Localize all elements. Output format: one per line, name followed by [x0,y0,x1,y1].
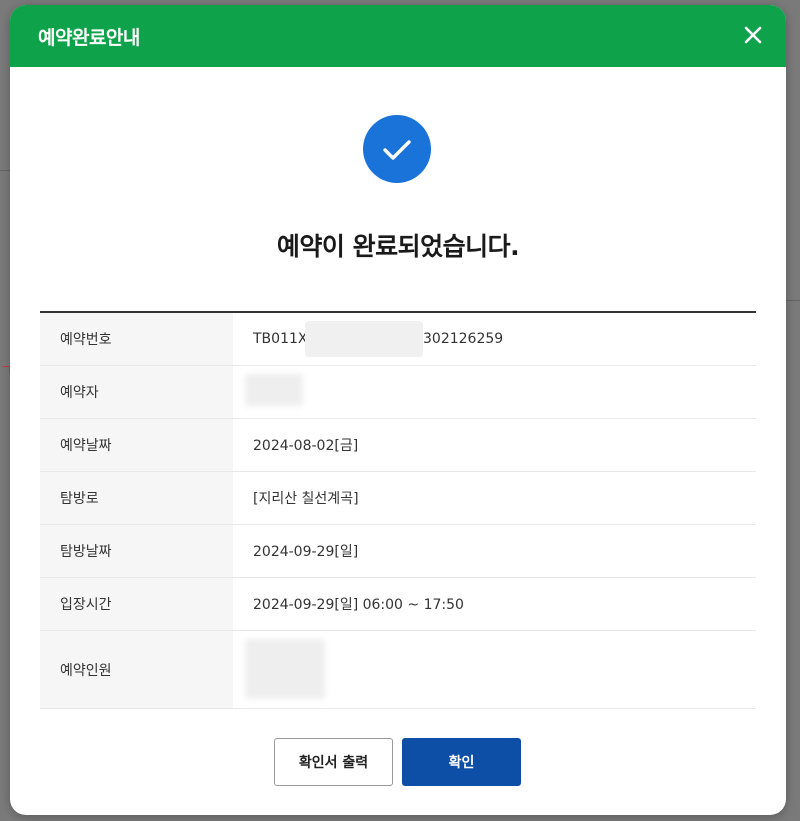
close-button[interactable] [740,22,766,48]
table-row: 탐방날짜 2024-09-29[일] [40,525,756,578]
reservation-info-table: 예약번호 TB011X 302126259 예약자 예약날짜 2024-08-0… [40,311,756,709]
confirm-button[interactable]: 확인 [402,738,521,786]
reservation-date-value: 2024-08-02[금] [253,438,359,454]
party-size-value [233,631,756,708]
background-divider [0,170,10,171]
reservation-number-prefix: TB011X [253,331,308,347]
success-check-badge [363,115,431,183]
row-label-entry-time: 입장시간 [40,578,233,630]
close-icon [744,26,762,44]
entry-time-value: 2024-09-29[일] 06:00 ~ 17:50 [253,597,464,613]
row-label-party-size: 예약인원 [40,631,233,708]
completion-heading: 예약이 완료되었습니다. [276,232,520,261]
check-icon [383,140,411,160]
trail-value: [지리산 칠선계곡] [253,491,359,507]
modal-title: 예약완료안내 [38,27,140,49]
background-divider [786,300,800,301]
print-confirmation-button[interactable]: 확인서 출력 [274,738,393,786]
reserver-value [233,366,756,418]
table-row: 탐방로 [지리산 칠선계곡] [40,472,756,525]
reservation-number-suffix: 302126259 [423,331,504,347]
row-label-reservation-number: 예약번호 [40,313,233,365]
redacted-area [245,639,325,699]
row-label-visit-date: 탐방날짜 [40,525,233,577]
row-label-reservation-date: 예약날짜 [40,419,233,471]
table-row: 입장시간 2024-09-29[일] 06:00 ~ 17:50 [40,578,756,631]
table-row: 예약번호 TB011X 302126259 [40,313,756,366]
reservation-number-value: TB011X 302126259 [233,313,756,365]
table-row: 예약날짜 2024-08-02[금] [40,419,756,472]
row-label-trail: 탐방로 [40,472,233,524]
table-row: 예약인원 [40,631,756,709]
redacted-area [245,374,303,406]
row-label-reserver: 예약자 [40,366,233,418]
redacted-area [305,321,423,357]
modal-header: 예약완료안내 [10,5,786,67]
visit-date-value: 2024-09-29[일] [253,544,359,560]
table-row: 예약자 [40,366,756,419]
reservation-complete-modal: 예약완료안내 예약이 완료되었습니다. 예약번호 TB011X 30212625… [10,5,786,815]
